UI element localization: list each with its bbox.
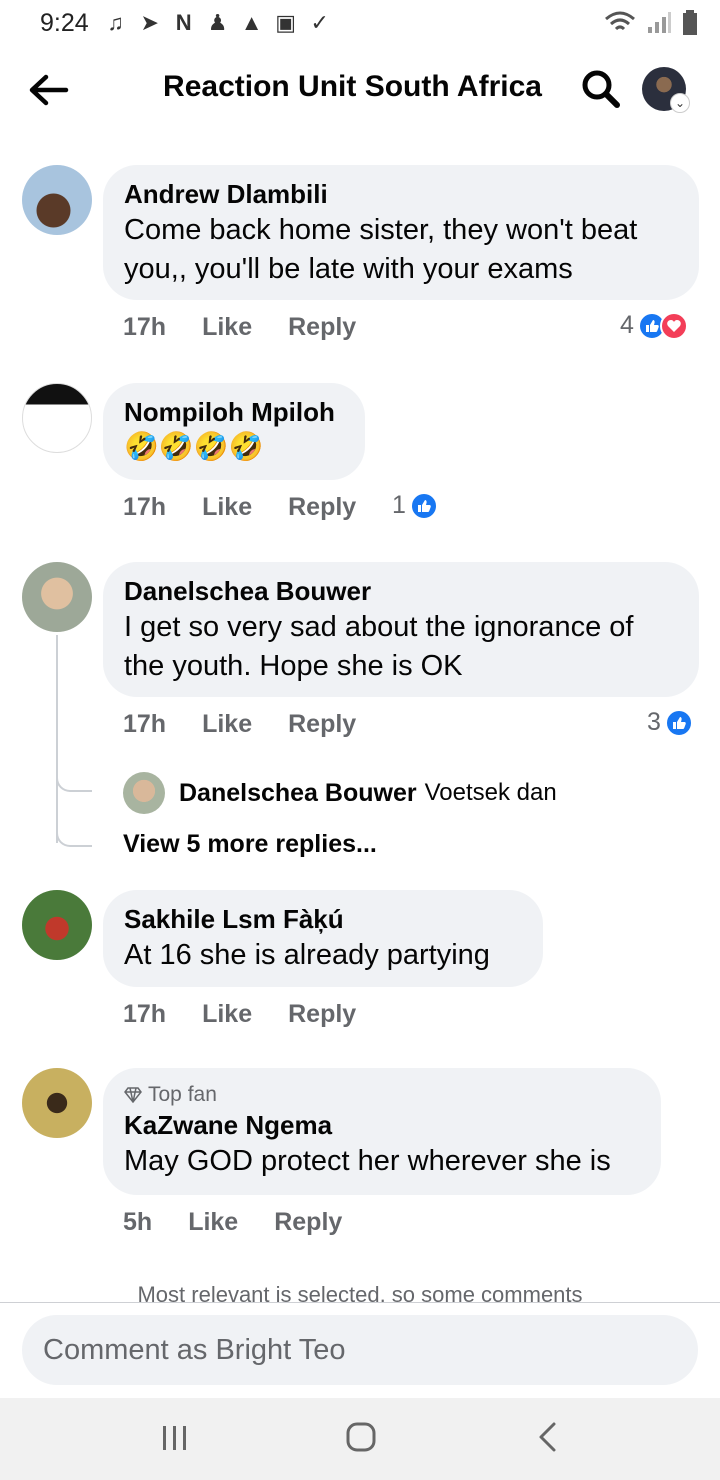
reply-button[interactable]: Reply: [288, 710, 356, 739]
heart-icon: [659, 311, 688, 340]
signal-icon: [648, 12, 671, 33]
comment-text: May GOD protect her wherever she is: [124, 1145, 611, 1177]
comment-author[interactable]: Nompiloh Mpiloh: [124, 395, 343, 429]
reaction-summary[interactable]: 1: [392, 491, 438, 520]
telegram-icon: ➤: [140, 10, 159, 35]
thumbs-up-icon: [664, 708, 693, 737]
reaction-count: 3: [647, 708, 661, 736]
reaction-summary[interactable]: 4: [620, 311, 688, 340]
reply-button[interactable]: Reply: [288, 1000, 356, 1029]
like-button[interactable]: Like: [202, 493, 252, 522]
like-button[interactable]: Like: [202, 1000, 252, 1029]
image-icon: ▣: [275, 10, 297, 35]
search-icon[interactable]: [580, 68, 622, 110]
comment-actions: 17h Like Reply: [123, 710, 356, 739]
comment-text: 🤣🤣🤣🤣: [124, 431, 264, 462]
n-app-icon: N: [175, 10, 192, 35]
download-icon: ✓: [310, 10, 329, 35]
thread-branch: [56, 825, 92, 847]
chevron-down-icon: ⌄: [670, 93, 690, 113]
like-button[interactable]: Like: [202, 313, 252, 342]
reply-preview[interactable]: Danelschea Bouwer Voetsek dan: [123, 772, 557, 814]
thread-line: [56, 635, 58, 843]
comment-author[interactable]: KaZwane Ngema: [124, 1108, 639, 1142]
like-button[interactable]: Like: [202, 710, 252, 739]
reaction-summary[interactable]: 3: [647, 708, 693, 737]
comment-input[interactable]: Comment as Bright Teo: [22, 1315, 698, 1385]
comment-time: 17h: [123, 313, 167, 341]
comment-actions: 5h Like Reply: [123, 1208, 342, 1237]
comment-author[interactable]: Andrew Dlambili: [124, 177, 677, 211]
comment-text: Come back home sister, they won't beat y…: [124, 214, 638, 285]
view-more-replies-link[interactable]: View 5 more replies...: [123, 830, 377, 859]
reaction-count: 1: [392, 491, 406, 519]
music-icon: ♫: [107, 10, 124, 35]
warning-icon: ▲: [240, 10, 263, 35]
thread-branch: [56, 770, 92, 792]
comment-bubble[interactable]: Danelschea Bouwer I get so very sad abou…: [103, 562, 699, 697]
comment-actions: 17h Like Reply: [123, 493, 356, 522]
avatar[interactable]: [22, 1068, 92, 1138]
diamond-icon: [124, 1087, 142, 1103]
comment-actions: 17h Like Reply: [123, 313, 356, 342]
status-time: 9:24: [40, 8, 89, 37]
reply-author[interactable]: Danelschea Bouwer: [179, 779, 417, 808]
app-header: Reaction Unit South Africa ⌄: [0, 50, 720, 130]
home-icon[interactable]: [341, 1420, 381, 1456]
reply-button[interactable]: Reply: [288, 493, 356, 522]
battery-icon: [683, 10, 697, 35]
system-nav-bar: [0, 1398, 720, 1480]
comment-time: 17h: [123, 1000, 167, 1028]
avatar[interactable]: [22, 890, 92, 960]
comment-author[interactable]: Sakhile Lsm Fàķú: [124, 902, 521, 936]
wifi-icon: [605, 11, 635, 31]
comment-time: 17h: [123, 493, 167, 521]
back-arrow-icon[interactable]: [26, 68, 70, 112]
comment-bubble[interactable]: Nompiloh Mpiloh 🤣🤣🤣🤣: [103, 383, 365, 480]
snapchat-icon: ♟: [207, 10, 228, 35]
avatar[interactable]: [22, 562, 92, 632]
top-fan-badge: Top fan: [124, 1082, 639, 1108]
avatar[interactable]: [22, 383, 92, 453]
comment-text: I get so very sad about the ignorance of…: [124, 611, 634, 682]
reply-text: Voetsek dan: [424, 779, 557, 806]
avatar[interactable]: [123, 772, 165, 814]
comment-bubble[interactable]: Sakhile Lsm Fàķú At 16 she is already pa…: [103, 890, 543, 987]
comment-time: 17h: [123, 710, 167, 738]
page-title: Reaction Unit South Africa: [163, 70, 542, 103]
comment-time: 5h: [123, 1208, 153, 1236]
back-nav-icon[interactable]: [528, 1420, 568, 1456]
recent-apps-icon[interactable]: [155, 1420, 195, 1456]
reaction-count: 4: [620, 311, 634, 339]
comment-composer-bar: Comment as Bright Teo: [0, 1302, 720, 1398]
notification-icons: ♫ ➤ N ♟ ▲ ▣ ✓: [103, 11, 333, 35]
status-bar: 9:24 ♫ ➤ N ♟ ▲ ▣ ✓: [0, 0, 720, 46]
thumbs-up-icon: [409, 491, 438, 520]
comment-author[interactable]: Danelschea Bouwer: [124, 574, 677, 608]
like-button[interactable]: Like: [188, 1208, 238, 1237]
comment-bubble[interactable]: Andrew Dlambili Come back home sister, t…: [103, 165, 699, 300]
comment-bubble[interactable]: Top fan KaZwane Ngema May GOD protect he…: [103, 1068, 661, 1195]
comment-actions: 17h Like Reply: [123, 1000, 356, 1029]
reply-button[interactable]: Reply: [274, 1208, 342, 1237]
reply-button[interactable]: Reply: [288, 313, 356, 342]
avatar[interactable]: [22, 165, 92, 235]
profile-avatar[interactable]: ⌄: [642, 67, 690, 113]
comment-text: At 16 she is already partying: [124, 939, 490, 971]
